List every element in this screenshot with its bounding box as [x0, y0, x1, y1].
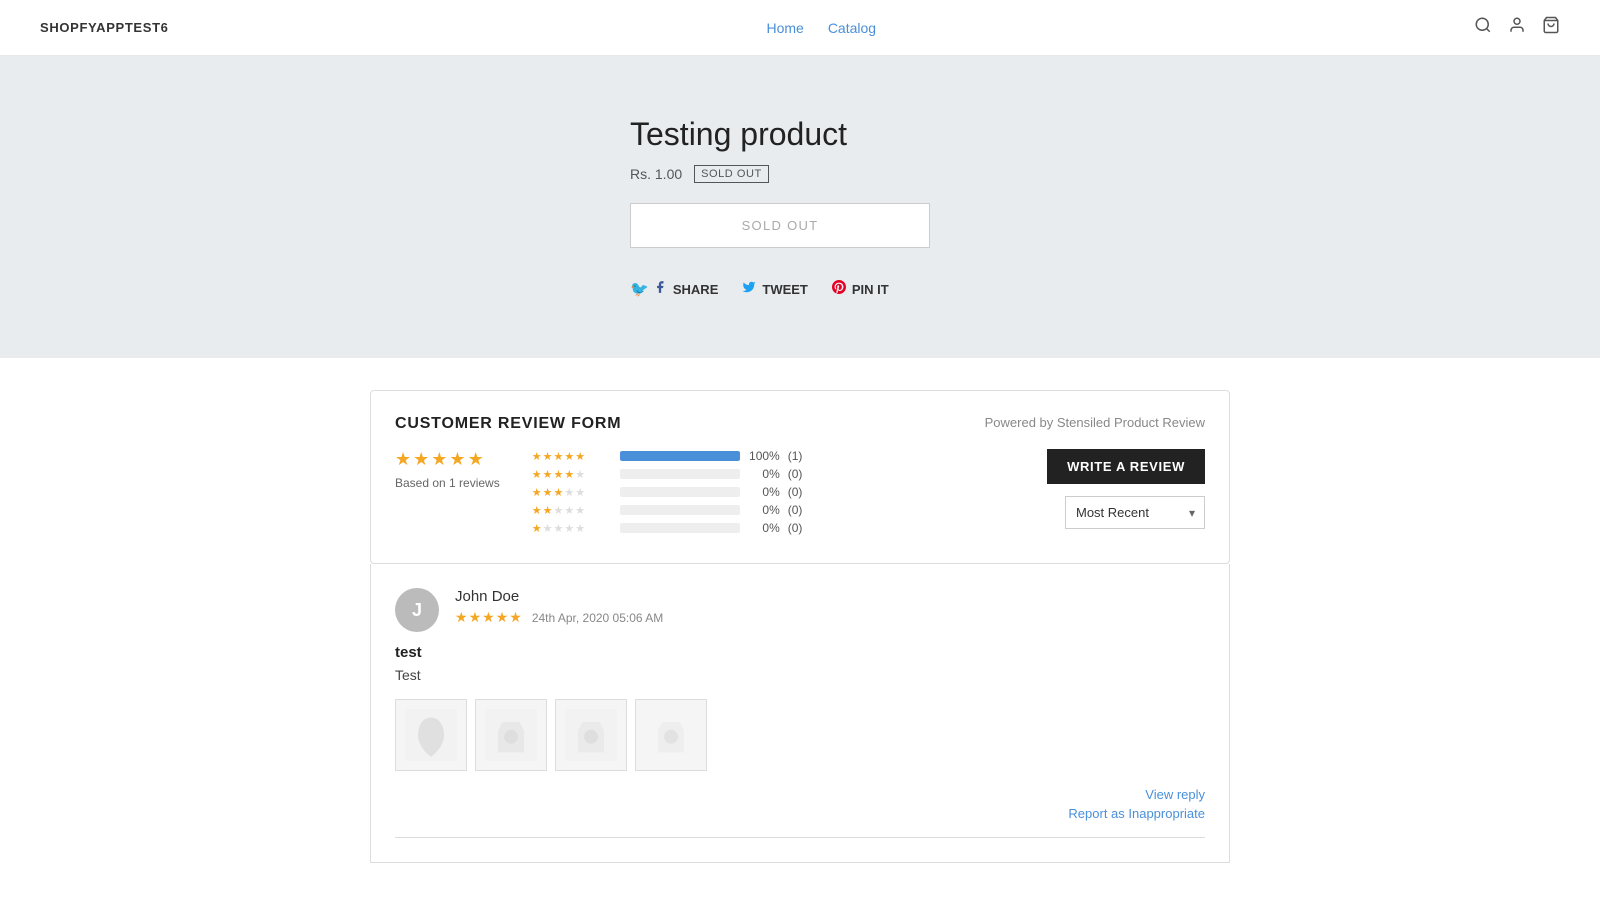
- bar-stars-1: ★★★★★: [532, 522, 612, 535]
- star-5: ★: [468, 449, 484, 470]
- sold-out-badge: SOLD OUT: [694, 165, 769, 183]
- bar-track-2: [620, 505, 740, 515]
- star-4: ★: [449, 449, 465, 470]
- cart-icon[interactable]: [1542, 16, 1560, 39]
- bar-count-3: (0): [788, 485, 812, 499]
- bar-stars-2: ★★★★★: [532, 504, 612, 517]
- bar-fill-5: [620, 451, 740, 461]
- review-footer: View reply Report as Inappropriate: [395, 787, 1205, 821]
- bar-row-5: ★★★★★ 100% (1): [532, 449, 1015, 463]
- product-section: Testing product Rs. 1.00 SOLD OUT SOLD O…: [0, 56, 1600, 358]
- bar-track-4: [620, 469, 740, 479]
- share-pinterest[interactable]: PIN IT: [832, 280, 889, 298]
- sold-out-button: SOLD OUT: [630, 203, 930, 248]
- sort-wrapper: Most Recent Highest Rating Lowest Rating: [1065, 496, 1205, 529]
- report-inappropriate-link[interactable]: Report as Inappropriate: [1068, 806, 1205, 821]
- header-icons: [1474, 16, 1560, 39]
- review-stars: ★ ★ ★ ★ ★: [455, 609, 522, 626]
- share-row: 🐦 SHARE TWEET PIN IT: [630, 280, 1250, 298]
- review-image-3[interactable]: [555, 699, 627, 771]
- review-headline: test: [395, 644, 1205, 661]
- bar-pct-4: 0%: [748, 467, 780, 481]
- bar-count-4: (0): [788, 467, 812, 481]
- review-star-1: ★: [455, 609, 468, 626]
- site-logo: SHOPFYAPPTEST6: [40, 20, 169, 35]
- overall-stars: ★ ★ ★ ★ ★ Based on 1 reviews: [395, 449, 500, 490]
- share-pinterest-label: PIN IT: [852, 282, 889, 297]
- powered-by: Powered by Stensiled Product Review: [985, 415, 1205, 430]
- review-images: [395, 699, 1205, 771]
- share-twitter-label: TWEET: [762, 282, 808, 297]
- twitter-icon: [742, 280, 756, 298]
- review-actions: WRITE A REVIEW Most Recent Highest Ratin…: [1047, 449, 1205, 529]
- share-facebook[interactable]: 🐦 SHARE: [630, 280, 718, 298]
- star-2: ★: [413, 449, 429, 470]
- based-on: Based on 1 reviews: [395, 476, 500, 490]
- review-form-card: CUSTOMER REVIEW FORM Powered by Stensile…: [370, 390, 1230, 564]
- bar-track-5: [620, 451, 740, 461]
- bar-count-2: (0): [788, 503, 812, 517]
- review-image-4[interactable]: [635, 699, 707, 771]
- review-stats: ★ ★ ★ ★ ★ Based on 1 reviews ★★★★★: [395, 449, 1205, 539]
- bar-stars-3: ★★★★★: [532, 486, 612, 499]
- star-bars: ★★★★★ 100% (1) ★★★★★ 0% (0): [532, 449, 1015, 539]
- bar-stars-4: ★★★★★: [532, 468, 612, 481]
- star-3: ★: [431, 449, 447, 470]
- review-star-3: ★: [482, 609, 495, 626]
- bar-pct-3: 0%: [748, 485, 780, 499]
- bar-count-5: (1): [788, 449, 812, 463]
- review-item: J John Doe ★ ★ ★ ★ ★ 24th Apr, 2020 05:0…: [370, 564, 1230, 863]
- stars-display: ★ ★ ★ ★ ★: [395, 449, 484, 470]
- product-price-row: Rs. 1.00 SOLD OUT: [630, 165, 1250, 183]
- review-star-2: ★: [469, 609, 482, 626]
- nav-home[interactable]: Home: [766, 20, 803, 36]
- bar-row-4: ★★★★★ 0% (0): [532, 467, 1015, 481]
- facebook-icon: 🐦: [630, 280, 667, 298]
- review-meta-row: ★ ★ ★ ★ ★ 24th Apr, 2020 05:06 AM: [455, 609, 1205, 626]
- review-star-4: ★: [496, 609, 509, 626]
- write-review-button[interactable]: WRITE A REVIEW: [1047, 449, 1205, 484]
- view-reply-link[interactable]: View reply: [1145, 787, 1205, 802]
- user-icon[interactable]: [1508, 16, 1526, 39]
- header: SHOPFYAPPTEST6 Home Catalog: [0, 0, 1600, 56]
- avatar: J: [395, 588, 439, 632]
- pinterest-icon: [832, 280, 846, 298]
- bar-pct-1: 0%: [748, 521, 780, 535]
- bar-count-1: (0): [788, 521, 812, 535]
- review-body: Test: [395, 667, 1205, 683]
- bar-track-3: [620, 487, 740, 497]
- bar-row-3: ★★★★★ 0% (0): [532, 485, 1015, 499]
- reviewer-name: John Doe: [455, 588, 1205, 605]
- review-date: 24th Apr, 2020 05:06 AM: [532, 611, 663, 625]
- review-form-title: CUSTOMER REVIEW FORM: [395, 415, 621, 433]
- share-twitter[interactable]: TWEET: [742, 280, 808, 298]
- bar-stars-5: ★★★★★: [532, 450, 612, 463]
- review-section: CUSTOMER REVIEW FORM Powered by Stensile…: [350, 390, 1250, 863]
- main-nav: Home Catalog: [766, 20, 876, 36]
- bar-row-1: ★★★★★ 0% (0): [532, 521, 1015, 535]
- review-divider: [395, 837, 1205, 838]
- search-icon[interactable]: [1474, 16, 1492, 39]
- share-facebook-label: SHARE: [673, 282, 719, 297]
- review-star-5: ★: [509, 609, 522, 626]
- review-image-2[interactable]: [475, 699, 547, 771]
- review-image-1[interactable]: [395, 699, 467, 771]
- bar-track-1: [620, 523, 740, 533]
- bar-pct-5: 100%: [748, 449, 780, 463]
- reviewer-row: J John Doe ★ ★ ★ ★ ★ 24th Apr, 2020 05:0…: [395, 588, 1205, 632]
- bar-pct-2: 0%: [748, 503, 780, 517]
- bar-row-2: ★★★★★ 0% (0): [532, 503, 1015, 517]
- product-title: Testing product: [630, 116, 1250, 153]
- sort-select[interactable]: Most Recent Highest Rating Lowest Rating: [1065, 496, 1205, 529]
- review-card-header: CUSTOMER REVIEW FORM Powered by Stensile…: [395, 415, 1205, 433]
- product-price: Rs. 1.00: [630, 166, 682, 182]
- star-1: ★: [395, 449, 411, 470]
- nav-catalog[interactable]: Catalog: [828, 20, 876, 36]
- reviewer-info: John Doe ★ ★ ★ ★ ★ 24th Apr, 2020 05:06 …: [455, 588, 1205, 626]
